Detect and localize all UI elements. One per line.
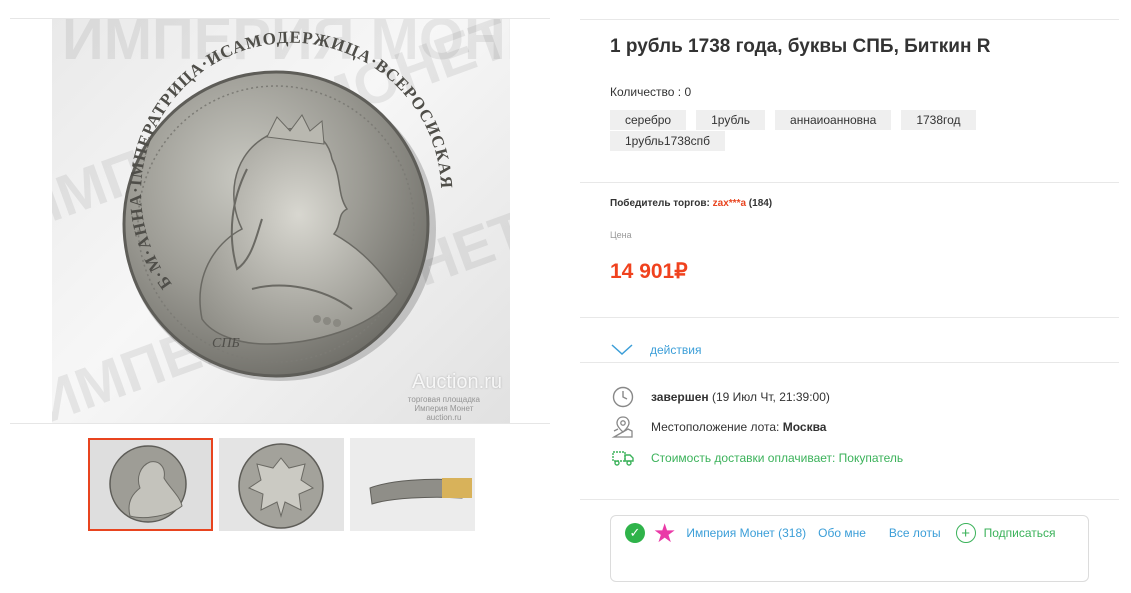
divider	[580, 317, 1119, 318]
location-label: Местоположение лота:	[651, 420, 780, 434]
divider	[580, 182, 1119, 183]
mint-mark: СПБ	[212, 336, 240, 351]
truck-icon	[610, 447, 636, 469]
about-seller-link[interactable]: Обо мне	[818, 526, 866, 540]
tag-list: серебро 1рубль аннаиоанновна 1738год 1ру…	[610, 110, 1030, 151]
all-lots-link[interactable]: Все лоты	[889, 526, 941, 540]
status-row: завершен (19 Июл Чт, 21:39:00)	[610, 386, 830, 408]
tag[interactable]: серебро	[610, 110, 687, 130]
plus-icon[interactable]: +	[955, 523, 976, 543]
tag[interactable]: 1рубль1738спб	[610, 131, 726, 151]
subscribe-link[interactable]: Подписаться	[984, 526, 1056, 540]
seller-card: ✓ ★ Империя Монет (318) Обо мне Все лоты…	[610, 515, 1089, 582]
quantity: Количество : 0	[610, 85, 692, 99]
winner-label: Победитель торгов:	[610, 198, 710, 209]
divider	[580, 499, 1119, 500]
quantity-value: 0	[684, 85, 692, 99]
watermark-sub: торговая площадка Империя Монет auction.…	[407, 395, 480, 422]
clock-icon	[610, 386, 636, 408]
status-time: (19 Июл Чт, 21:39:00)	[711, 390, 830, 404]
delivery-row: Стоимость доставки оплачивает: Покупател…	[610, 447, 903, 469]
price: 14 901₽	[610, 260, 688, 283]
main-photo[interactable]: ИМПЕРИЯ МОНЕТ ИМПЕРИЯ МОНЕТ ИМПЕРИЯ МОНЕ…	[52, 19, 510, 423]
coin-image: ИМПЕРИЯ МОНЕТ ИМПЕРИЯ МОНЕТ ИМПЕРИЯ МОНЕ…	[52, 19, 510, 423]
lot-title: 1 рубль 1738 года, буквы СПБ, Биткин R	[610, 36, 991, 57]
quantity-label: Количество	[610, 85, 675, 99]
divider	[580, 362, 1119, 363]
seller-name-link[interactable]: Империя Монет (318)	[686, 526, 806, 540]
winner-rating: (184)	[748, 198, 773, 209]
thumbnail-edge[interactable]	[350, 438, 475, 531]
delivery-text: Стоимость доставки оплачивает: Покупател…	[651, 451, 904, 465]
thumbnail-reverse[interactable]	[219, 438, 344, 531]
chevron-down-icon	[611, 344, 633, 356]
price-label: Цена	[610, 230, 632, 240]
winner-nick[interactable]: zax***a	[713, 198, 746, 209]
tag[interactable]: 1рубль	[696, 110, 766, 130]
thumbnail-strip	[88, 438, 475, 531]
status: завершен	[651, 390, 709, 404]
actions-toggle[interactable]: действия	[610, 343, 701, 357]
divider	[580, 19, 1119, 20]
watermark: Auction.ru	[411, 371, 502, 393]
actions-label: действия	[650, 343, 702, 357]
tag[interactable]: 1738год	[901, 110, 976, 130]
tag[interactable]: аннаиоанновна	[775, 110, 892, 130]
thumbnail-obverse[interactable]	[88, 438, 213, 531]
location-value: Москва	[782, 420, 827, 434]
star-icon: ★	[653, 518, 677, 548]
auction-winner: Победитель торгов: zax***a (184)	[610, 198, 772, 209]
main-photo-frame: ИМПЕРИЯ МОНЕТ ИМПЕРИЯ МОНЕТ ИМПЕРИЯ МОНЕ…	[10, 18, 550, 424]
verified-check-icon: ✓	[625, 523, 645, 543]
location-row: Местоположение лота: Москва	[610, 416, 826, 438]
map-pin-icon	[610, 416, 636, 438]
